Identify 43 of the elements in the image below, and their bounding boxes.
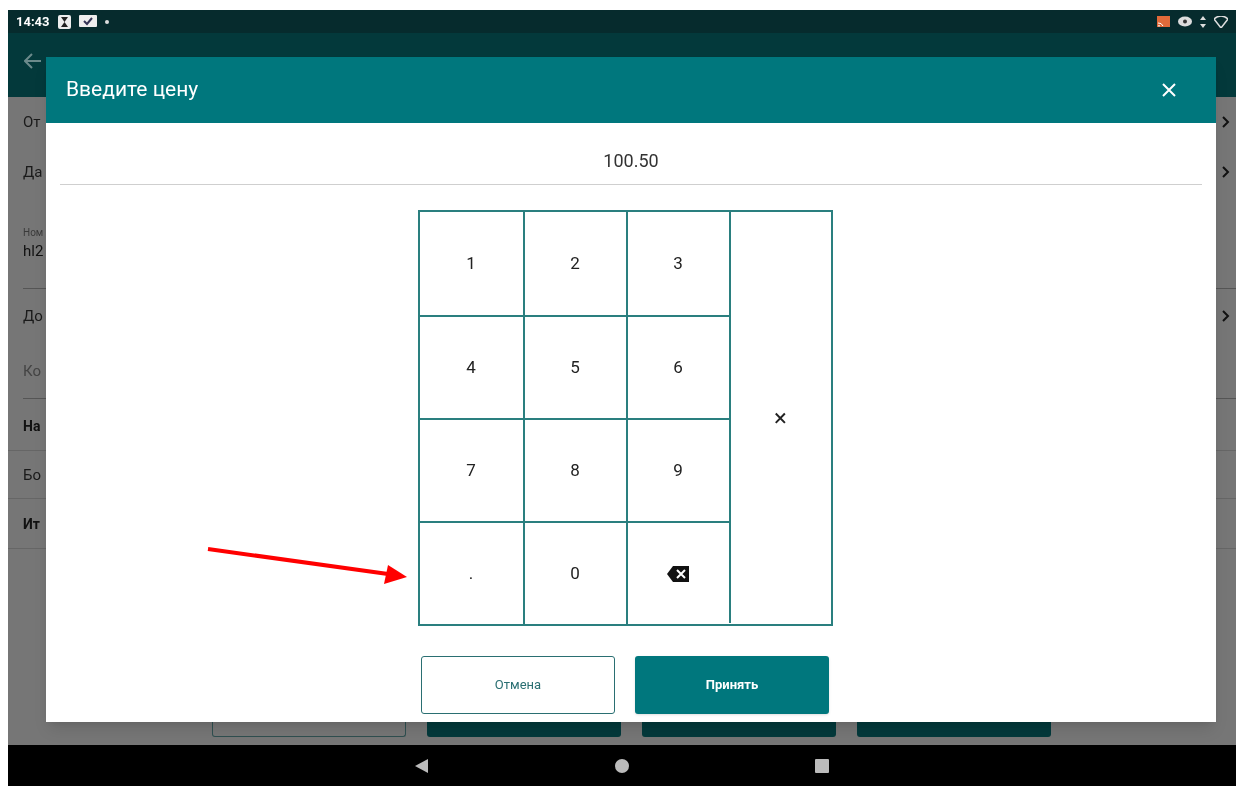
recents-square-icon[interactable] xyxy=(815,758,829,773)
close-icon[interactable] xyxy=(1162,83,1176,97)
data-arrows-icon xyxy=(1200,15,1206,28)
checkmark-icon xyxy=(78,14,97,29)
keypad-key[interactable]: . xyxy=(419,521,523,624)
clear-key[interactable]: × xyxy=(728,212,831,623)
keypad-key[interactable]: 8 xyxy=(522,418,626,521)
backspace-icon xyxy=(667,565,689,582)
row-label: От xyxy=(23,111,41,133)
keypad-key[interactable]: 7 xyxy=(419,418,523,521)
wifi-icon xyxy=(1214,15,1228,28)
home-circle-icon[interactable] xyxy=(615,758,629,773)
price-field[interactable]: 100.50 xyxy=(60,137,1202,185)
section-label: Ит xyxy=(23,514,40,534)
chevron-right-icon[interactable] xyxy=(1222,310,1230,322)
hourglass-icon xyxy=(57,14,71,29)
keypad-key[interactable]: 6 xyxy=(625,315,729,418)
cast-icon xyxy=(1157,16,1170,27)
keypad-key[interactable]: 4 xyxy=(419,315,523,418)
row-label: Бо xyxy=(23,464,41,486)
keypad-key[interactable]: 0 xyxy=(522,521,626,624)
keypad-key[interactable]: 3 xyxy=(625,212,729,315)
dialog-title: Введите цену xyxy=(66,76,200,104)
row-label: До xyxy=(23,305,43,327)
keypad-key[interactable]: 1 xyxy=(419,212,523,315)
keypad-key[interactable]: 5 xyxy=(522,315,626,418)
keypad-key[interactable]: 2 xyxy=(522,212,626,315)
chevron-right-icon[interactable] xyxy=(1222,166,1230,178)
back-arrow-icon[interactable] xyxy=(24,53,42,69)
dot-icon xyxy=(104,19,109,24)
eye-icon xyxy=(1178,16,1192,27)
backspace-key[interactable] xyxy=(625,521,729,624)
row-label: Да xyxy=(23,161,43,183)
cancel-button[interactable]: Отмена xyxy=(421,656,615,714)
accept-button[interactable]: Принять xyxy=(635,656,829,714)
field-value: hl2 xyxy=(23,241,44,263)
keypad-key[interactable]: 9 xyxy=(625,418,729,521)
chevron-right-icon[interactable] xyxy=(1222,116,1230,128)
field-caption: Ном xyxy=(23,226,44,241)
section-label: На xyxy=(23,416,41,436)
status-time: 14:43 xyxy=(16,12,50,31)
price-value: 100.50 xyxy=(603,149,659,173)
back-triangle-icon[interactable] xyxy=(415,758,429,773)
